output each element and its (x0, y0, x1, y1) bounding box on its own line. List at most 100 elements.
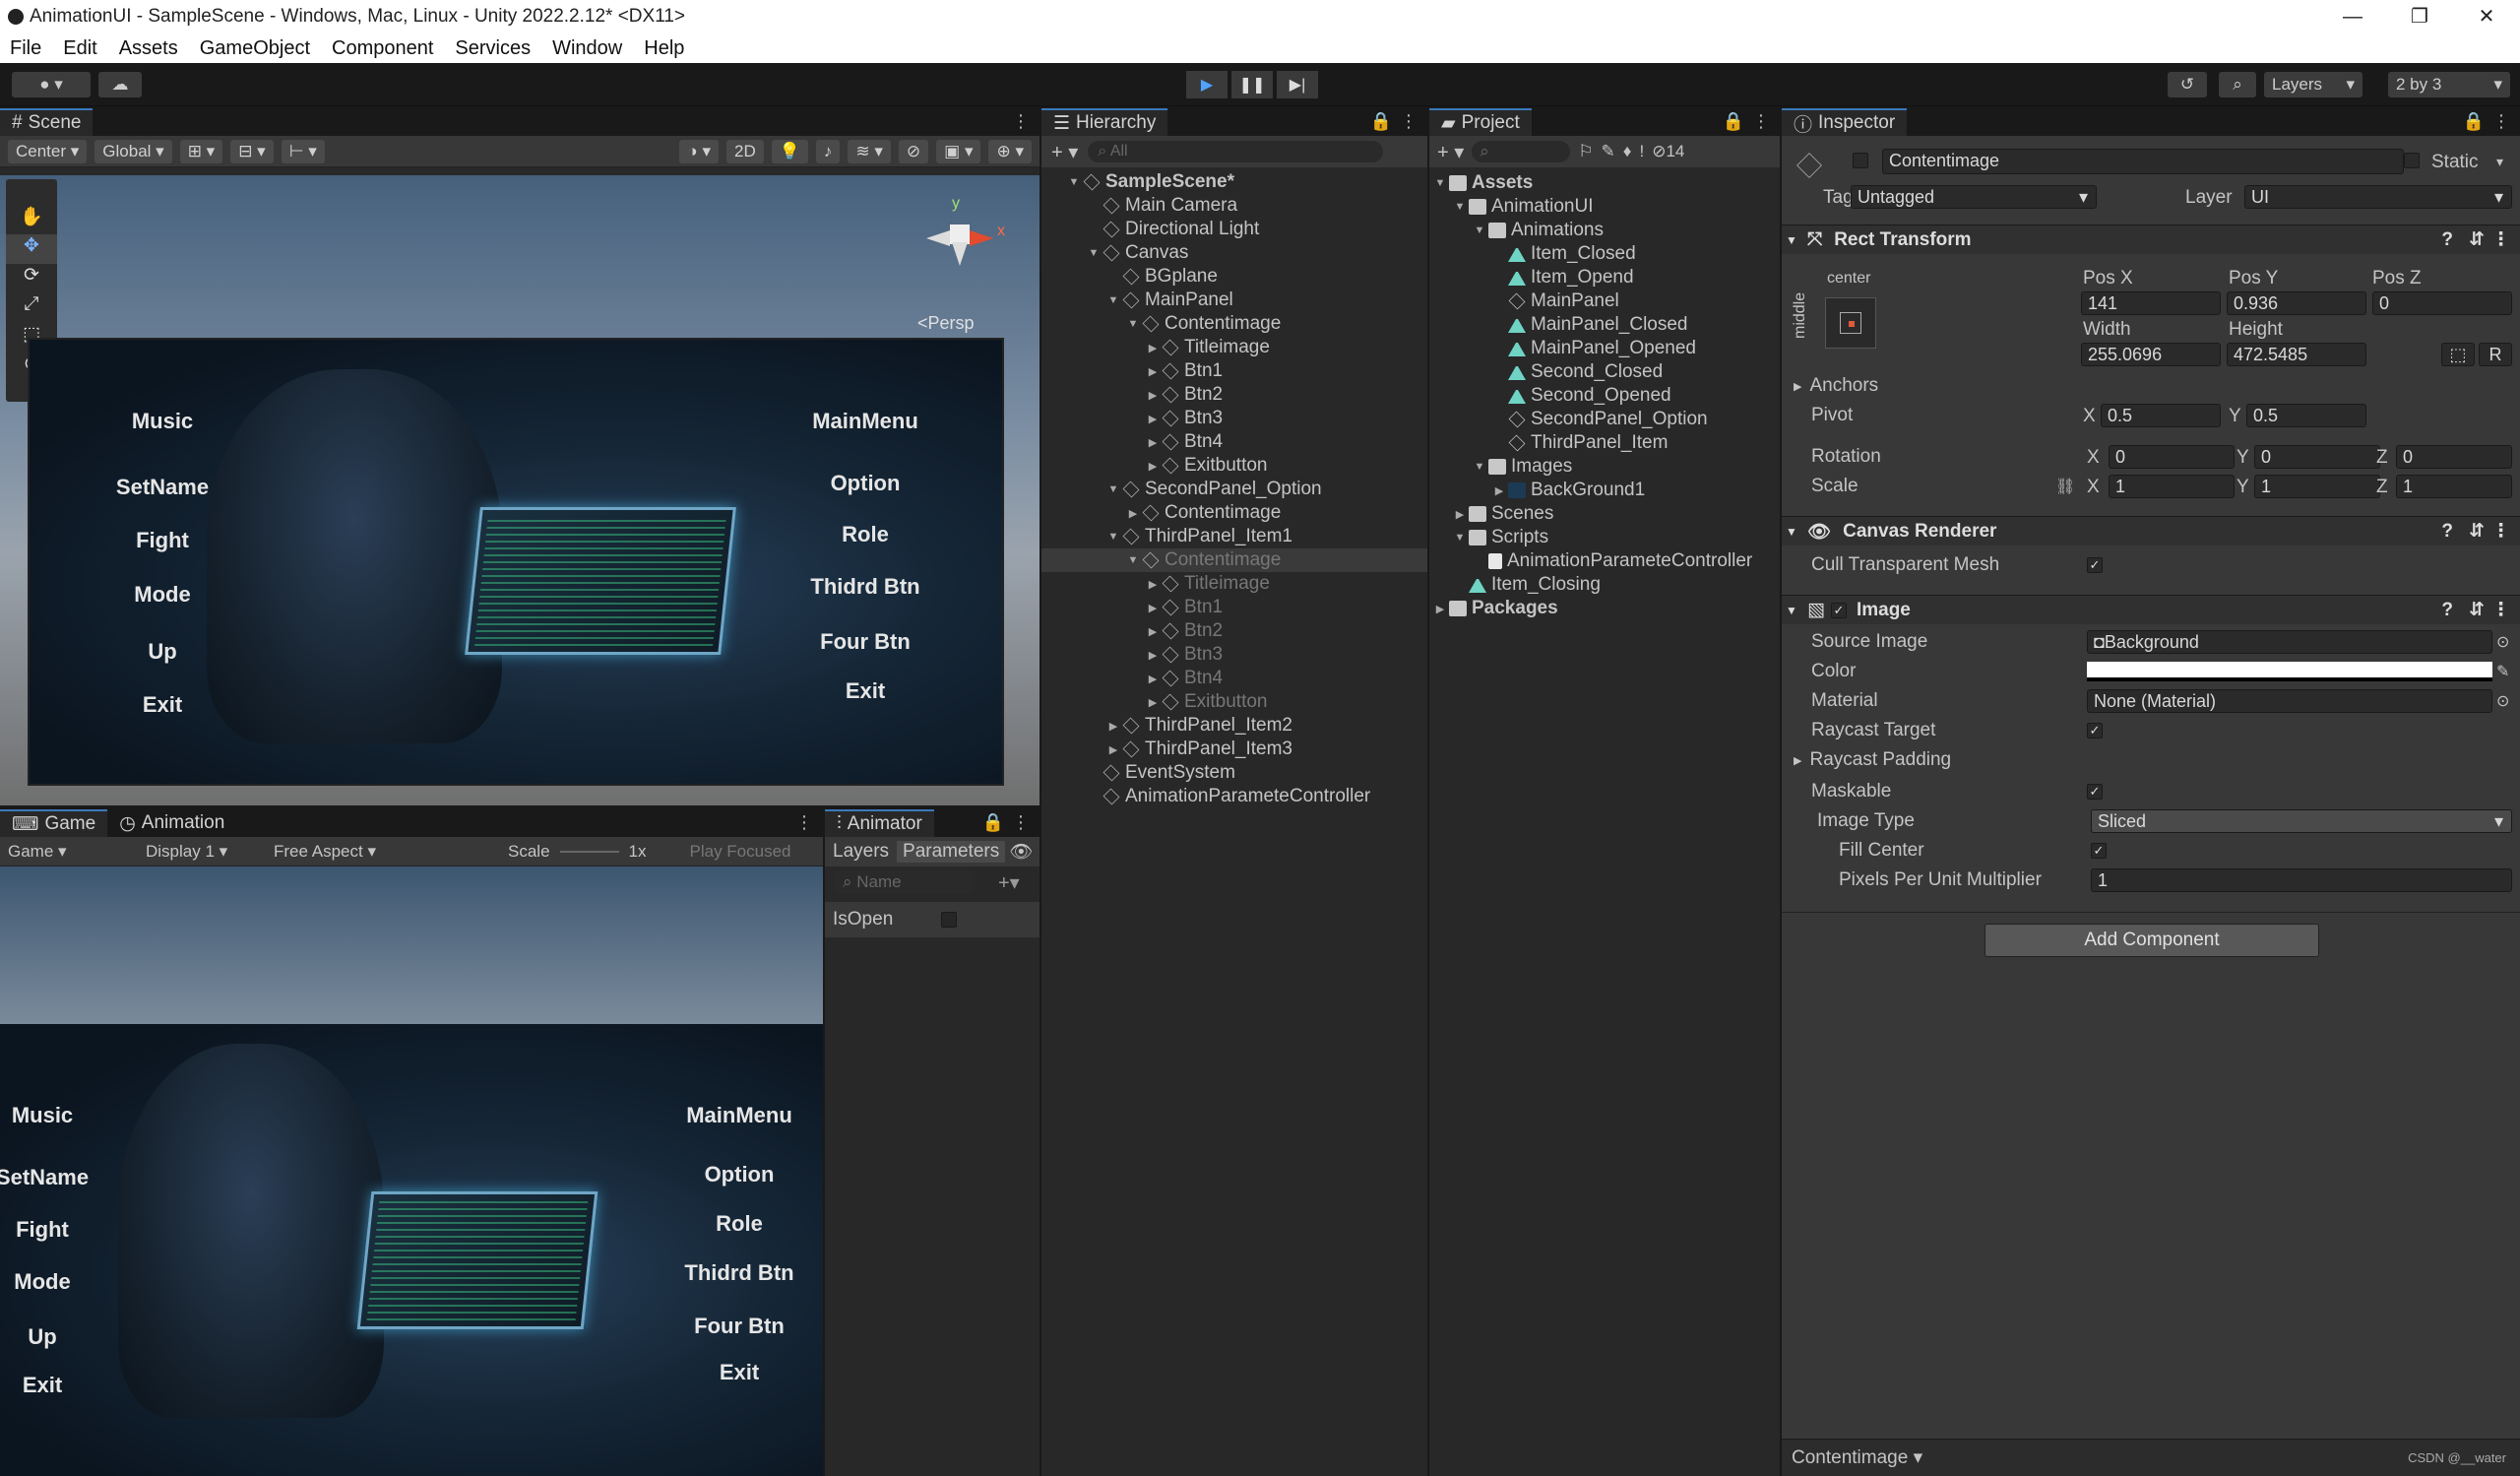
play-button[interactable]: ▶ (1186, 71, 1228, 98)
tree-row[interactable]: ▶ Titleimage (1041, 336, 1427, 359)
game-four-button[interactable]: Four Btn (656, 1314, 823, 1339)
static-dropdown[interactable]: ▾ (2496, 154, 2503, 170)
tree-row[interactable]: ▶ Packages (1429, 597, 1780, 620)
game-mode-button[interactable]: Mode (0, 1269, 126, 1295)
parameter-search-input[interactable]: ⌕ Name (835, 870, 973, 894)
component-menu-icon[interactable]: ⋮ (2491, 520, 2510, 543)
tree-row[interactable]: Second_Closed (1429, 360, 1780, 384)
tab-project[interactable]: ▰ Project (1429, 108, 1532, 136)
foldout-arrow-icon[interactable]: ▼ (1106, 294, 1120, 306)
raycast-checkbox[interactable]: ✓ (2087, 723, 2103, 738)
tree-row[interactable]: Item_Opend (1429, 266, 1780, 289)
cloud-button[interactable]: ☁ (98, 72, 142, 97)
lock-icon[interactable]: 🔒 (1370, 111, 1392, 132)
pivot-dropdown[interactable]: Center ▾ (8, 139, 88, 163)
game-ui-panel[interactable]: Music SetName Fight Mode Up Exit MainMen… (0, 1024, 823, 1476)
game-setname-button[interactable]: SetName (0, 1165, 126, 1190)
lock-icon[interactable]: 🔒 (2463, 111, 2485, 132)
move-tool-icon[interactable]: ✥ (6, 234, 57, 264)
add-component-button[interactable]: Add Component (1984, 924, 2319, 957)
scene-exit-button[interactable]: Exit (79, 692, 246, 718)
display-dropdown[interactable]: Display 1 ▾ (146, 842, 264, 862)
help-icon[interactable]: ? (2441, 600, 2453, 621)
anchor-preset-button[interactable] (1825, 297, 1876, 349)
help-icon[interactable]: ? (2441, 521, 2453, 543)
scale-y-field[interactable]: 1 (2254, 475, 2380, 498)
aspect-dropdown[interactable]: Free Aspect ▾ (274, 842, 500, 862)
image-enabled-checkbox[interactable]: ✓ (1830, 602, 1847, 618)
tree-row[interactable]: BGplane (1041, 265, 1427, 289)
maximize-button[interactable]: ❐ (2386, 0, 2453, 33)
hidden-packages-icon[interactable]: ⊘14 (1652, 142, 1684, 161)
foldout-arrow-icon[interactable]: ▶ (1433, 603, 1447, 615)
image-header[interactable]: ▼ ▧ ✓ Image ? ⇵ ⋮ (1782, 595, 2520, 624)
tree-row[interactable]: ▼ SecondPanel_Option (1041, 478, 1427, 501)
foldout-arrow-icon[interactable]: ▶ (1106, 743, 1120, 756)
pause-button[interactable]: ❚❚ (1231, 71, 1273, 98)
foldout-arrow-icon[interactable]: ▶ (1146, 673, 1160, 685)
tree-row[interactable]: ▼ Assets (1429, 171, 1780, 195)
tree-row[interactable]: ▶ Btn2 (1041, 383, 1427, 407)
kebab-menu-icon[interactable]: ⋮ (1400, 111, 1418, 132)
shading-mode-button[interactable]: ◑ ▾ (679, 139, 719, 163)
mode-2d-button[interactable]: 2D (725, 139, 764, 163)
game-third-button[interactable]: Thidrd Btn (656, 1260, 823, 1286)
account-button[interactable]: ● ▾ (12, 72, 91, 97)
eye-icon[interactable]: 👁 (1005, 840, 1037, 864)
material-field[interactable]: None (Material) (2087, 689, 2492, 713)
tree-row[interactable]: AnimationParameteController (1041, 785, 1427, 808)
layer-dropdown[interactable]: UI ▾ (2244, 185, 2512, 209)
tab-inspector[interactable]: ⓘ Inspector (1782, 108, 1908, 136)
color-swatch[interactable] (2087, 662, 2492, 681)
scene-ui-panel[interactable]: Music SetName Fight Mode Up Exit MainMen… (28, 338, 1004, 786)
tab-hierarchy[interactable]: ☰ Hierarchy (1041, 108, 1168, 136)
scale-x-field[interactable]: 1 (2109, 475, 2235, 498)
scene-fight-button[interactable]: Fight (79, 528, 246, 553)
scene-four-button[interactable]: Four Btn (782, 629, 949, 655)
tree-row[interactable]: ▶ BackGround1 (1429, 479, 1780, 502)
object-picker-icon[interactable]: ⊙ (2496, 632, 2509, 652)
preview-dropdown[interactable]: Contentimage ▾ (1792, 1446, 1922, 1469)
tree-row[interactable]: ▶ Btn3 (1041, 643, 1427, 667)
menu-gameobject[interactable]: GameObject (200, 37, 310, 60)
scene-option-button[interactable]: Option (782, 471, 949, 496)
tree-row[interactable]: ▶ ThirdPanel_Item3 (1041, 738, 1427, 761)
add-parameter-button[interactable]: +▾ (998, 870, 1020, 895)
animator-layers-tab[interactable]: Layers (825, 841, 897, 863)
layers-dropdown[interactable]: Layers ▾ (2264, 72, 2362, 97)
tab-animation[interactable]: ◷ Animation (107, 809, 237, 837)
source-image-field[interactable]: ◘Background (2087, 630, 2492, 654)
space-dropdown[interactable]: Global ▾ (94, 139, 172, 163)
menu-component[interactable]: Component (332, 37, 433, 60)
lock-icon[interactable]: 🔒 (1723, 111, 1744, 132)
fill-center-checkbox[interactable]: ✓ (2091, 843, 2107, 859)
height-field[interactable]: 472.5485 (2227, 343, 2366, 366)
scene-music-button[interactable]: Music (79, 409, 246, 434)
game-music-button[interactable]: Music (0, 1103, 126, 1128)
create-button[interactable]: + ▾ (1041, 140, 1088, 164)
kebab-menu-icon[interactable]: ⋮ (2492, 111, 2510, 132)
game-option-button[interactable]: Option (656, 1162, 823, 1187)
kebab-menu-icon[interactable]: ⋮ (1012, 111, 1030, 132)
grid-snap-button[interactable]: ⊞ ▾ (179, 139, 223, 163)
foldout-arrow-icon[interactable]: ▶ (1146, 436, 1160, 449)
rot-y-field[interactable]: 0 (2254, 445, 2380, 469)
history-button[interactable]: ↺ (2168, 72, 2207, 97)
width-field[interactable]: 255.0696 (2081, 343, 2221, 366)
tree-row[interactable]: MainPanel_Closed (1429, 313, 1780, 337)
tree-row[interactable]: ▼ Scripts (1429, 526, 1780, 549)
tree-row[interactable]: MainPanel (1429, 289, 1780, 313)
tree-row[interactable]: ▼ SampleScene* (1041, 170, 1427, 194)
eyedropper-icon[interactable]: ✎ (2496, 662, 2509, 681)
foldout-arrow-icon[interactable]: ▼ (1126, 318, 1140, 330)
tree-row[interactable]: ▶ Exitbutton (1041, 454, 1427, 478)
game-fight-button[interactable]: Fight (0, 1217, 126, 1243)
preset-icon[interactable]: ⇵ (2469, 520, 2485, 543)
close-button[interactable]: ✕ (2453, 0, 2520, 33)
create-asset-button[interactable]: + ▾ (1429, 140, 1472, 164)
play-focused-dropdown[interactable]: Play Focused (690, 842, 791, 862)
static-checkbox[interactable] (2404, 153, 2420, 168)
scale-z-field[interactable]: 1 (2396, 475, 2512, 498)
tree-row[interactable]: ▼ ThirdPanel_Item1 (1041, 525, 1427, 548)
scene-mode-button[interactable]: Mode (79, 582, 246, 608)
